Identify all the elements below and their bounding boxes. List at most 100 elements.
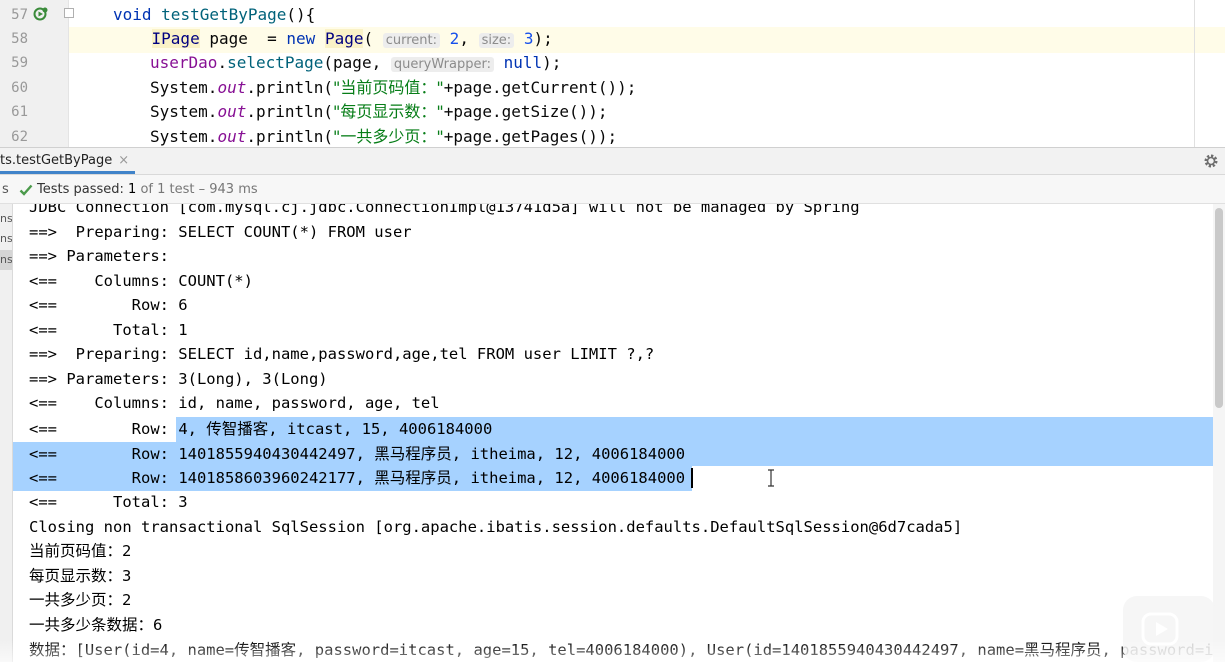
class-name: Page — [324, 29, 364, 48]
code-text: +page.getSize()); — [443, 102, 608, 121]
run-tab-label: ts.testGetByPage — [0, 153, 113, 168]
code-line-59[interactable]: userDao.selectPage(page, queryWrapper: n… — [150, 51, 1225, 77]
console-line: <== Columns: COUNT(*) — [29, 272, 253, 290]
line-number: 59 — [11, 55, 28, 71]
console-line: ==> Preparing: SELECT COUNT(*) FROM user — [29, 223, 412, 241]
code-text: ); — [533, 29, 553, 48]
run-test-icon[interactable] — [33, 6, 49, 22]
console-row-prefix: <== Row: — [29, 469, 179, 487]
console-row-value: 4, 传智播客, itcast, 15, 4006184000 — [178, 420, 493, 438]
console-line: 每页显示数：3 — [29, 567, 132, 585]
test-status-bar: s Tests passed: 1 of 1 test – 943 ms — [0, 175, 1225, 204]
editor-scrollbar[interactable] — [1194, 0, 1195, 147]
line-number: 58 — [11, 31, 28, 47]
test-tree-item[interactable]: ns — [0, 229, 12, 249]
console-line: <== Row: 6 — [29, 296, 188, 314]
code-text: , — [459, 29, 479, 48]
play-icon[interactable] — [1141, 610, 1181, 650]
console-row-value: 1401858603960242177, 黑马程序员, itheima, 12,… — [178, 469, 686, 487]
test-tree-item[interactable]: ns — [0, 250, 12, 270]
code-text: +page.getCurrent()); — [443, 78, 637, 97]
console-row-line: <== Row: 1401858603960242177, 黑马程序员, ith… — [29, 466, 685, 491]
parameter-hint: queryWrapper: — [390, 57, 494, 72]
static-field: out — [217, 78, 247, 97]
line-number: 61 — [11, 104, 28, 120]
line-number: 60 — [11, 80, 28, 96]
status-label: Tests passed: — [37, 182, 124, 197]
method-name: testGetByPage — [161, 5, 287, 24]
console-row-line: <== Row: 1401855940430442497, 黑马程序员, ith… — [29, 442, 685, 467]
parameter-hint: size: — [478, 33, 515, 48]
code-text: .println( — [246, 127, 334, 146]
status-detail: of 1 test – 943 ms — [136, 182, 258, 197]
code-text: +page.getPages()); — [443, 127, 618, 146]
number-literal: 2 — [449, 29, 460, 48]
number-literal: 3 — [523, 29, 534, 48]
code-text: System. — [150, 102, 218, 121]
code-text: page = — [199, 29, 287, 48]
console-line: <== Columns: id, name, password, age, te… — [29, 394, 440, 412]
code-line-60[interactable]: System.out.println("当前页码值："+page.getCurr… — [150, 76, 1225, 100]
video-play-overlay[interactable] — [1123, 596, 1215, 662]
console-line: ==> Parameters: — [29, 247, 179, 265]
code-text: System. — [150, 127, 218, 146]
console-output[interactable]: JDBC Connection [com.mysql.cj.jdbc.Conne… — [13, 204, 1213, 662]
console-line: JDBC Connection [com.mysql.cj.jdbc.Conne… — [29, 204, 860, 216]
gear-icon[interactable] — [1203, 153, 1219, 169]
test-tree-item[interactable]: ns — [0, 209, 12, 229]
keyword: void — [113, 5, 152, 24]
fold-toggle-icon[interactable] — [64, 8, 74, 18]
method-call: selectPage — [227, 53, 324, 72]
code-text: .println( — [246, 78, 334, 97]
console-line: 一共多少页：2 — [29, 591, 132, 609]
code-line-62[interactable]: System.out.println("一共多少页："+page.getPage… — [150, 125, 1225, 147]
run-tab[interactable]: ts.testGetByPage × — [0, 148, 136, 174]
code-text: ); — [542, 53, 562, 72]
test-tree-strip[interactable]: ns ns ns — [0, 204, 13, 662]
static-field: out — [217, 127, 247, 146]
console-line: 数据：[User(id=4, name=传智播客, password=itcas… — [29, 641, 1213, 659]
code-text: System. — [150, 78, 218, 97]
keyword: new — [286, 29, 316, 48]
editor-gutter: 57 58 59 60 61 62 — [0, 0, 74, 147]
console-row-prefix: <== Row: — [29, 420, 179, 438]
console-line: Closing non transactional SqlSession [or… — [29, 518, 963, 536]
type-name: IPage — [151, 29, 200, 48]
code-line-57[interactable]: void testGetByPage(){ — [113, 3, 1225, 27]
console-line: ==> Preparing: SELECT id,name,password,a… — [29, 345, 655, 363]
console-row-value: 1401855940430442497, 黑马程序员, itheima, 12,… — [178, 444, 686, 463]
string-literal: "每页显示数：" — [333, 102, 444, 121]
console-line: <== Total: 1 — [29, 321, 188, 339]
check-icon — [19, 184, 33, 196]
code-text: (page, — [323, 53, 391, 72]
console-line: 当前页码值：2 — [29, 542, 132, 560]
code-line-61[interactable]: System.out.println("每页显示数："+page.getSize… — [150, 100, 1225, 124]
close-icon[interactable]: × — [118, 153, 129, 168]
parameter-hint: current: — [382, 33, 441, 48]
field-name: userDao — [150, 53, 218, 72]
console-scrollbar[interactable] — [1213, 204, 1225, 662]
status-prefix: s — [2, 182, 9, 197]
line-number: 62 — [11, 129, 28, 145]
console-row-prefix: <== Row: — [29, 444, 179, 463]
console-line: ==> Parameters: 3(Long), 3(Long) — [29, 370, 328, 388]
text-cursor-icon — [768, 469, 774, 487]
static-field: out — [217, 102, 247, 121]
code-editor[interactable]: 57 58 59 60 61 62 void testGetByPage(){ … — [0, 0, 1225, 147]
string-literal: "当前页码值：" — [333, 78, 444, 97]
line-number: 57 — [11, 7, 28, 23]
run-tool-window-header: ts.testGetByPage × — [0, 147, 1225, 175]
code-text: .println( — [246, 102, 334, 121]
console-line: 一共多少条数据：6 — [29, 616, 163, 634]
test-status-text: Tests passed: 1 of 1 test – 943 ms — [37, 175, 258, 204]
string-literal: "一共多少页：" — [333, 127, 444, 146]
keyword: null — [503, 53, 543, 72]
code-text: ( — [363, 29, 383, 48]
code-line-58[interactable]: IPage page = new Page( current: 2, size:… — [69, 27, 1225, 53]
console-row-line: <== Row: 4, 传智播客, itcast, 15, 4006184000 — [29, 417, 492, 442]
code-text: (){ — [286, 5, 316, 24]
scrollbar-thumb[interactable] — [1215, 208, 1223, 408]
text-caret — [691, 468, 693, 488]
console-line: <== Total: 3 — [29, 493, 188, 511]
code-text: . — [217, 53, 228, 72]
